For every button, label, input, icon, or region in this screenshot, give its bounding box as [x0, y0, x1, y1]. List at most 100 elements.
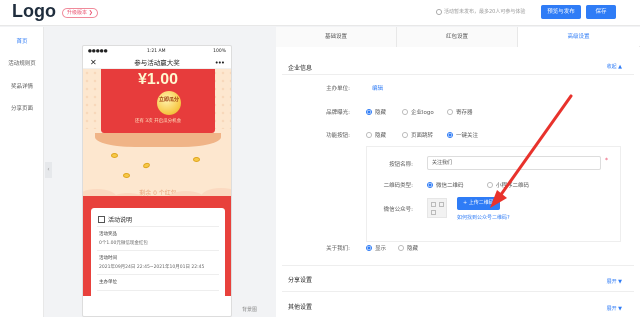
qr-type-label: 二维码类型: [383, 183, 413, 189]
collapse-sidebar-handle[interactable]: ‹ [45, 162, 52, 178]
radio-icon [487, 182, 493, 188]
function-option-follow[interactable]: 一键关注 [447, 131, 478, 139]
qr-type-miniprogram[interactable]: 小程序二维码 [487, 181, 529, 189]
sidebar-item-share[interactable]: 分享页面 [0, 104, 44, 112]
about-option-hide[interactable]: 隐藏 [398, 244, 418, 252]
qr-corner [439, 202, 444, 207]
time-value: 2021年09月24日 22:45~2021年10月01日 22:45 [99, 265, 205, 270]
radio-selected-icon [447, 132, 453, 138]
share-section-header: 分享设置 展开 ▼ [276, 272, 640, 286]
info-icon [436, 8, 442, 15]
upload-qr-button[interactable]: + 上传二维码 [457, 197, 500, 210]
coin-decoration [123, 173, 130, 178]
radio-selected-icon [366, 109, 372, 115]
more-icon[interactable]: ••• [215, 57, 225, 69]
status-time: 1:21 AM [147, 49, 166, 54]
radio-selected-icon [427, 182, 433, 188]
share-expand-toggle[interactable]: 展开 ▼ [607, 278, 622, 285]
phone-title: 参与活动赢大奖 [134, 59, 180, 67]
phone-header: ✕ 参与活动赢大奖 ••• [83, 57, 231, 69]
radio-label: 隐藏 [375, 133, 387, 139]
settings-tabs: 基础设置 红包设置 高级设置 [276, 27, 640, 47]
phone-preview: ●●●●● 1:21 AM 100% ✕ 参与活动赢大奖 ••• ¥1.00 立… [82, 45, 232, 317]
qr-corner [431, 210, 436, 215]
packet-shadow [95, 133, 221, 147]
divider [97, 250, 219, 251]
wechat-account-label: 微信公众号: [383, 207, 413, 213]
close-icon[interactable]: ✕ [90, 57, 97, 69]
coin-decoration [111, 153, 118, 158]
signal-icon: ●●●●● [88, 49, 108, 54]
radio-label: 小程序二维码 [496, 183, 530, 189]
organizer-edit-link[interactable]: 编辑 [372, 84, 383, 92]
sidebar-item-home[interactable]: 首页 [0, 37, 44, 45]
divider [97, 274, 219, 275]
battery-icon: 100% [213, 49, 226, 54]
qr-placeholder-icon [427, 198, 447, 218]
share-section-title: 分享设置 [288, 277, 313, 284]
status-bar: ●●●●● 1:21 AM 100% [83, 46, 231, 57]
radio-label: 隐藏 [375, 110, 387, 116]
sidebar-item-rules[interactable]: 活动规则页 [0, 59, 44, 67]
enterprise-collapse-toggle[interactable]: 收起 ▲ [607, 63, 622, 70]
publish-notice: 活动暂未发布，最多20人可参与体验 [436, 8, 525, 15]
function-option-hide[interactable]: 隐藏 [366, 131, 386, 139]
brand-option-logo[interactable]: 企业logo [402, 108, 434, 116]
qr-corner [431, 202, 436, 207]
packet-amount: ¥1.00 [137, 71, 179, 88]
button-name-label: 按钮名称: [389, 162, 413, 168]
radio-icon [366, 132, 372, 138]
other-expand-toggle[interactable]: 展开 ▼ [607, 305, 622, 312]
coin-decoration [142, 161, 151, 170]
prize-label: 活动奖品 [99, 232, 117, 237]
brand-option-hide[interactable]: 隐藏 [366, 108, 386, 116]
divider [282, 74, 634, 75]
function-option-jump[interactable]: 页面跳转 [402, 131, 433, 139]
find-qr-help-link[interactable]: 如何找到公众号二维码? [457, 214, 510, 221]
radio-label: 页面跳转 [411, 133, 434, 139]
divider [282, 265, 634, 266]
claim-coin-button[interactable]: 立即瓜分 [157, 91, 181, 115]
radio-selected-icon [366, 245, 372, 251]
about-us-label: 关于我们: [326, 246, 350, 252]
tab-advanced-settings[interactable]: 高级设置 [518, 27, 639, 47]
background-image-label[interactable]: 背景图 [242, 306, 257, 313]
radio-label: 一键关注 [456, 133, 479, 139]
settings-panel: 基础设置 红包设置 高级设置 企业信息 收起 ▲ 主办单位: 编辑 品牌曝光: … [276, 27, 640, 317]
button-name-input[interactable]: 关注我们 [427, 156, 601, 170]
other-section-title: 其他设置 [288, 304, 313, 311]
brand-field-label: 品牌曝光: [326, 110, 350, 116]
enterprise-section-header: 企业信息 收起 ▲ [276, 60, 640, 74]
upgrade-badge[interactable]: 升级版本 ❯ [62, 8, 98, 18]
enterprise-section-title: 企业信息 [288, 65, 313, 72]
radio-icon [447, 109, 453, 115]
save-button[interactable]: 保存 [586, 5, 616, 19]
radio-icon [402, 109, 408, 115]
about-option-show[interactable]: 显示 [366, 244, 386, 252]
radio-label: 显示 [375, 246, 387, 252]
time-label: 活动时间 [99, 256, 117, 261]
publish-notice-text: 活动暂未发布，最多20人可参与体验 [444, 9, 526, 15]
divider [282, 291, 634, 292]
sidebar-item-prizes[interactable]: 奖品详情 [0, 82, 44, 90]
tab-packet-settings[interactable]: 红包设置 [397, 27, 518, 47]
follow-button-settings: 按钮名称: 关注我们 * 二维码类型: 微信二维码 小程序二维码 微信公众号: … [366, 146, 621, 242]
app-logo: Logo [12, 1, 56, 21]
sidebar: 首页 活动规则页 奖品详情 分享页面 [0, 27, 44, 317]
other-section-header: 其他设置 展开 ▼ [276, 299, 640, 313]
radio-icon [398, 245, 404, 251]
preview-publish-button[interactable]: 预览与发布 [541, 5, 581, 19]
brand-option-register[interactable]: 寄存器 [447, 108, 473, 116]
qr-type-wechat[interactable]: 微信二维码 [427, 181, 464, 189]
divider [97, 226, 219, 227]
coin-decoration [193, 157, 200, 162]
radio-label: 隐藏 [407, 246, 419, 252]
red-packet-card: ¥1.00 立即瓜分 还有 3次 开启瓜分机会 [101, 69, 215, 133]
radio-label: 企业logo [411, 110, 434, 116]
prize-value: 0个1.00元微信现金红包 [99, 241, 148, 246]
description-title: 活动说明 [98, 215, 132, 224]
organizer-label: 主办单位 [99, 280, 117, 285]
top-bar: Logo 升级版本 ❯ 活动暂未发布，最多20人可参与体验 预览与发布 保存 [0, 0, 640, 26]
tab-basic-settings[interactable]: 基础设置 [276, 27, 397, 47]
radio-label: 寄存器 [456, 110, 473, 116]
